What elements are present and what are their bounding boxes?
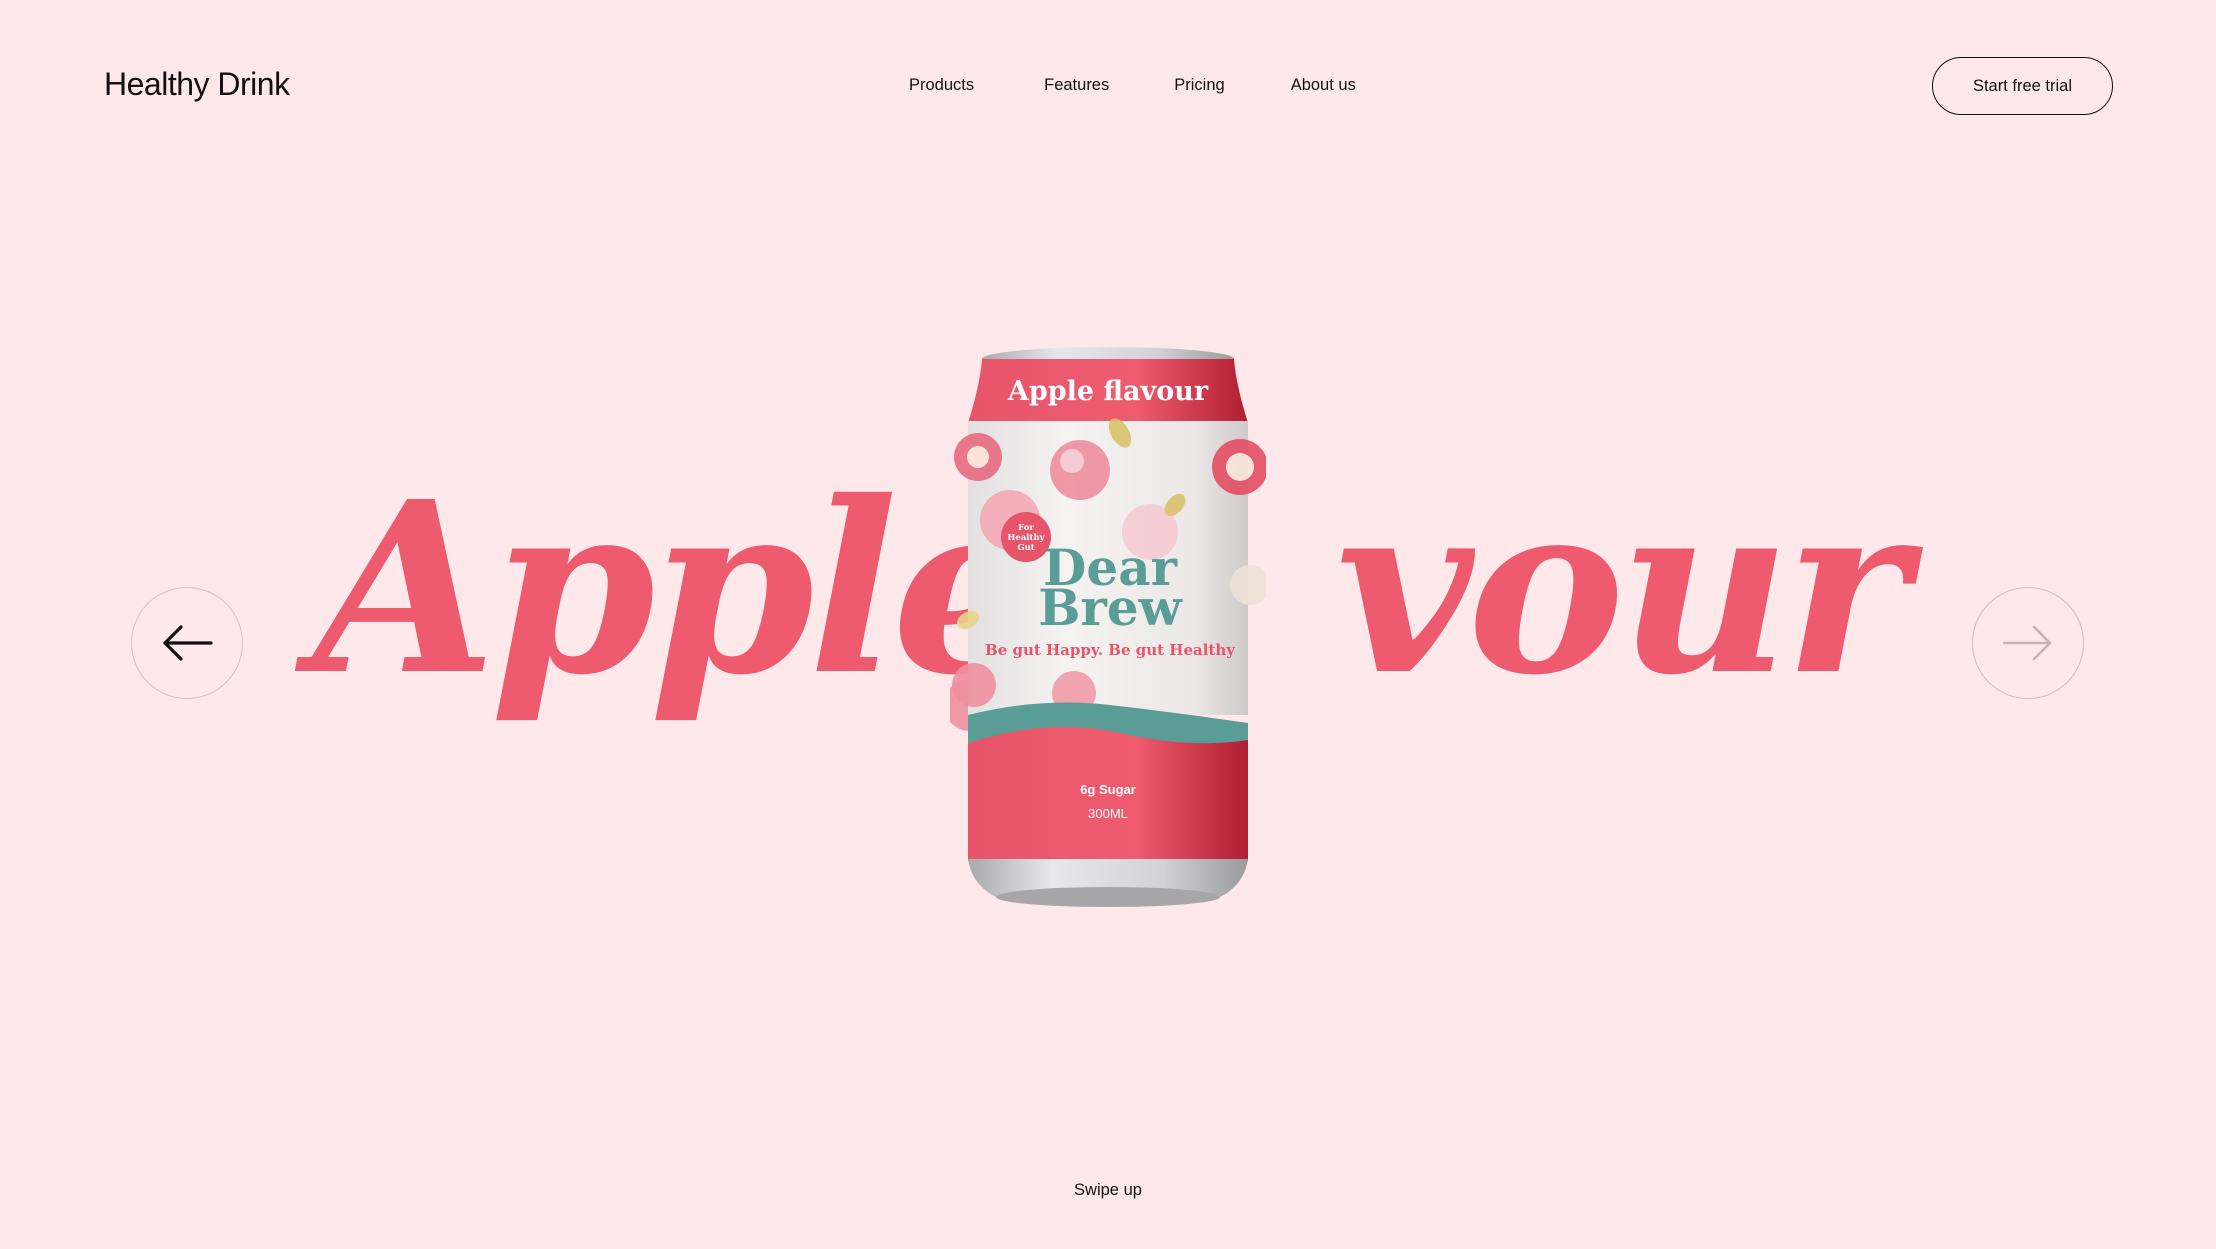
nav-about-us[interactable]: About us (1291, 76, 1356, 95)
hero-word-right: vour (1336, 449, 1908, 727)
logo-bold: Healthy (104, 66, 210, 102)
nav-pricing[interactable]: Pricing (1174, 76, 1224, 95)
badge-line-3: Gut (1017, 543, 1034, 553)
nav-features[interactable]: Features (1044, 76, 1109, 95)
arrow-right-icon (2002, 625, 2052, 661)
badge-line-2: Healthy (1007, 533, 1045, 543)
product-can-image: Apple flavour For Healthy Gut Dear Brew … (944, 345, 1270, 910)
prev-button[interactable] (131, 587, 243, 699)
logo[interactable]: Healthy Drink (104, 66, 290, 103)
can-top-label: Apple flavour (1007, 376, 1209, 407)
can-brand-line-2: Brew (1038, 578, 1183, 637)
start-free-trial-button[interactable]: Start free trial (1932, 57, 2113, 115)
can-sugar: 6g Sugar (1080, 782, 1136, 797)
logo-light: Drink (217, 66, 290, 102)
can-volume: 300ML (1088, 806, 1128, 821)
main-nav: Products Features Pricing About us (909, 76, 1356, 95)
can-graphic: Apple flavour For Healthy Gut Dear Brew … (944, 347, 1270, 907)
can-tagline: Be gut Happy. Be gut Healthy (985, 641, 1236, 659)
swipe-up-label: Swipe up (1074, 1181, 1142, 1199)
next-button[interactable] (1972, 587, 2084, 699)
arrow-left-icon (163, 625, 213, 661)
nav-products[interactable]: Products (909, 76, 974, 95)
hero-word-left: Apple (313, 449, 1042, 727)
badge-line-1: For (1018, 523, 1034, 533)
